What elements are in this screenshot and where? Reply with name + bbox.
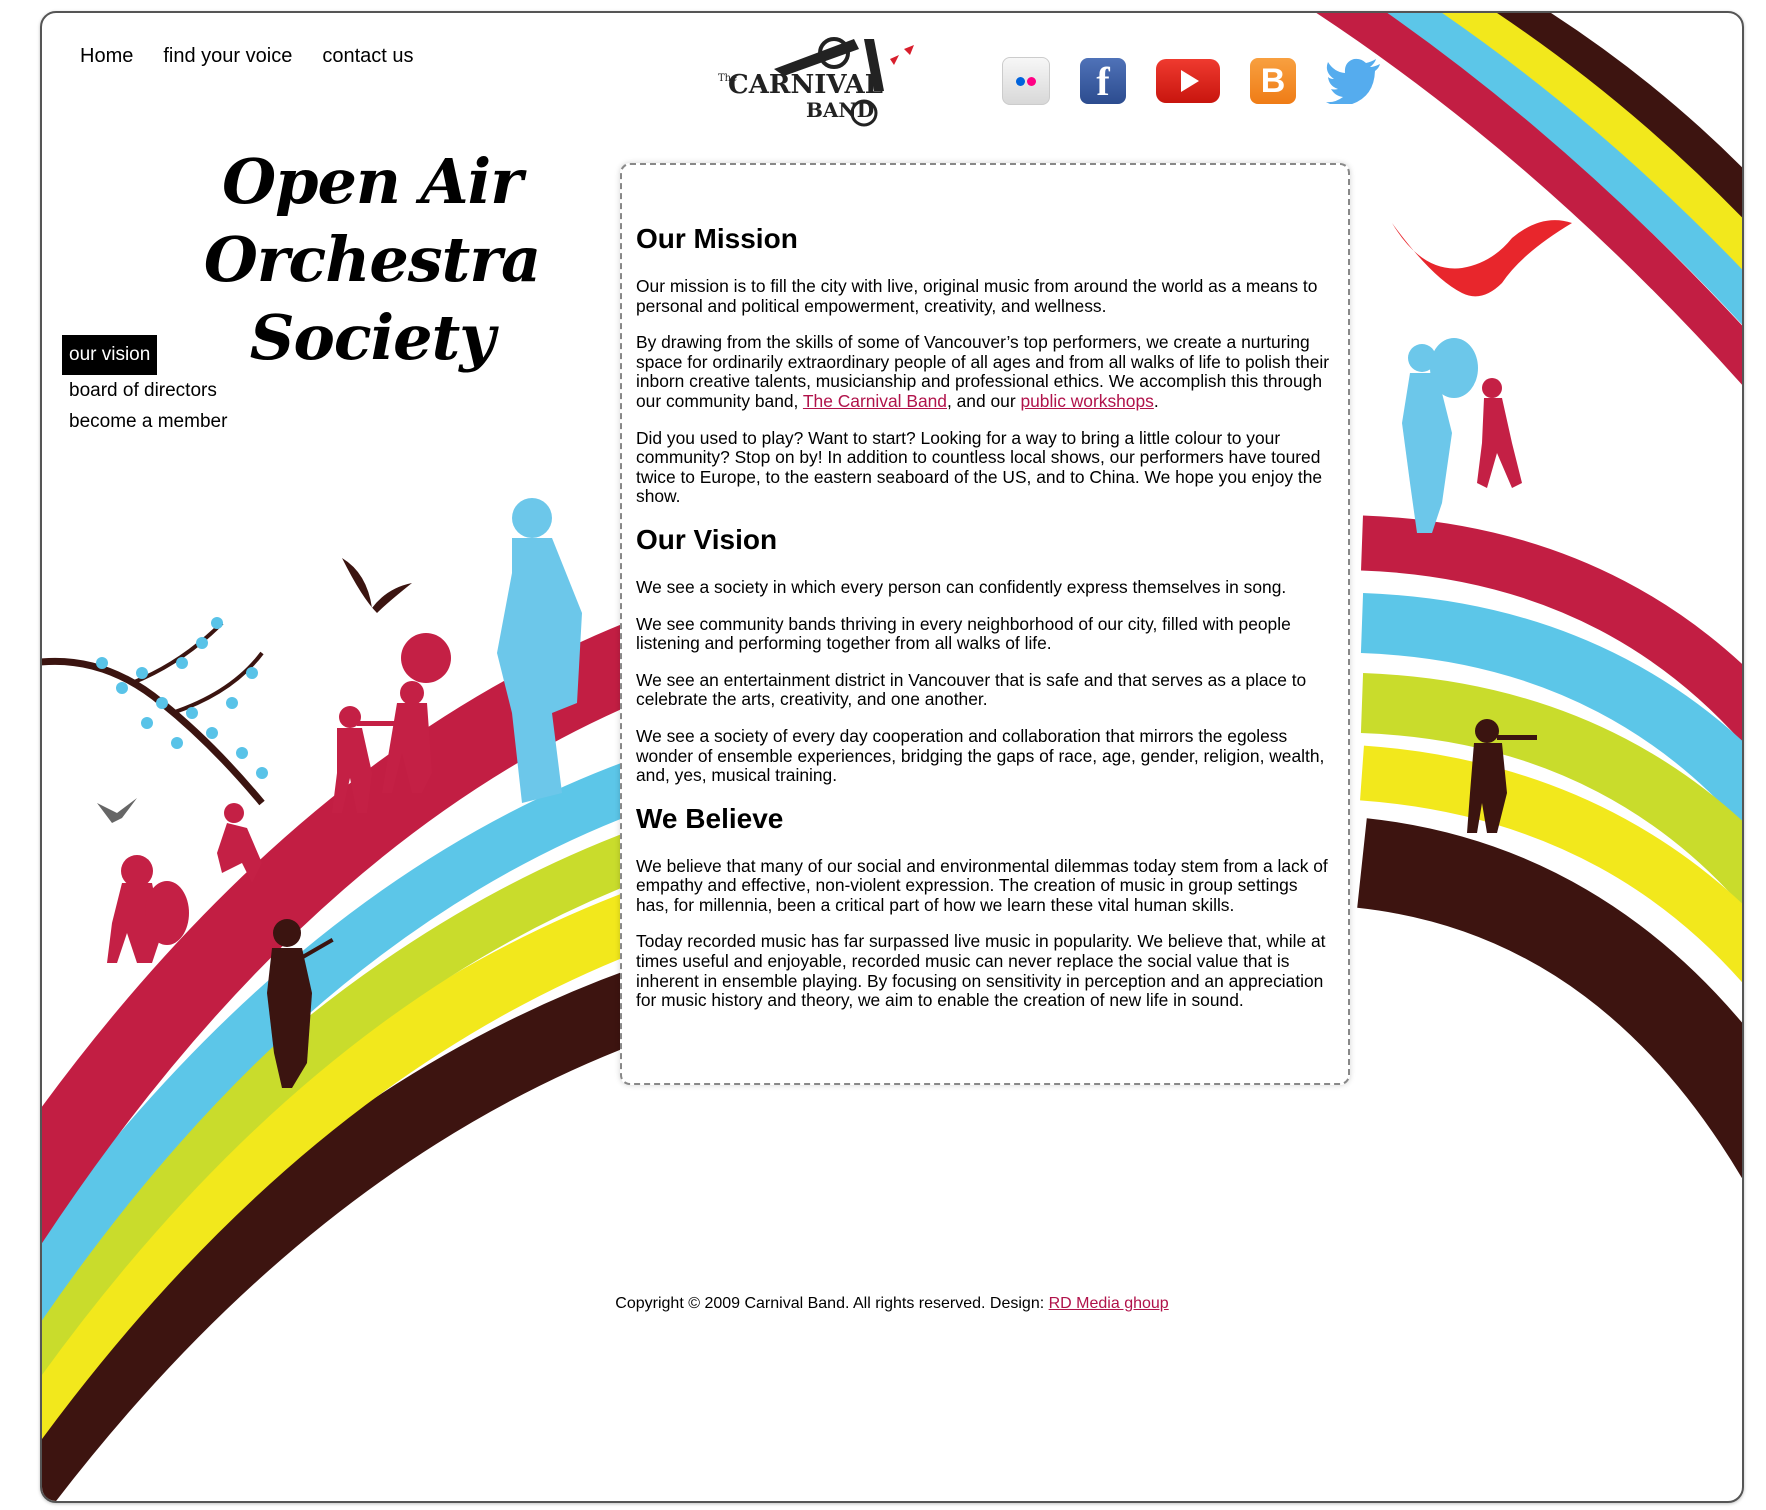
red-dancer xyxy=(217,803,262,883)
mission-paragraph-3: Did you used to play? Want to start? Loo… xyxy=(636,427,1323,507)
blogger-glyph: B xyxy=(1260,61,1286,100)
social-icons: f B xyxy=(1002,57,1382,105)
vision-paragraph-4: We see a society of every day cooperatio… xyxy=(636,725,1325,786)
footer-copyright-text: Copyright © 2009 Carnival Band. All righ… xyxy=(615,1295,1049,1312)
right-rainbow xyxy=(1316,13,1742,1179)
mission-heading: Our Mission xyxy=(636,223,798,254)
facebook-glyph: f xyxy=(1096,58,1110,104)
mission-paragraph-2: By drawing from the skills of some of Va… xyxy=(636,332,1334,411)
believe-paragraph-2: Today recorded music has far surpassed l… xyxy=(636,931,1326,1011)
twitter-icon[interactable] xyxy=(1326,58,1382,104)
top-navigation: Home find your voice contact us xyxy=(80,45,414,68)
logo-name-text: CARNIVAL xyxy=(728,70,883,100)
believe-heading: We Believe xyxy=(636,802,784,834)
page-frame: Home find your voice contact us The CARN… xyxy=(40,11,1744,1503)
mission-paragraph-1: Our mission is to fill the city with liv… xyxy=(636,276,1318,316)
carnival-band-link[interactable]: The Carnival Band xyxy=(803,391,947,411)
mission-p2-text-middle: , and our xyxy=(946,390,1021,411)
believe-paragraph-1: We believe that many of our social and e… xyxy=(636,855,1328,915)
footer: Copyright © 2009 Carnival Band. All righ… xyxy=(42,1295,1742,1313)
nav-home-link[interactable]: Home xyxy=(80,45,133,68)
facebook-icon[interactable]: f xyxy=(1080,58,1126,104)
blogger-icon[interactable]: B xyxy=(1250,58,1296,104)
sidebar-item-board-of-directors[interactable]: board of directors xyxy=(62,376,234,406)
vision-heading: Our Vision xyxy=(636,523,778,555)
nav-contact-us-link[interactable]: contact us xyxy=(322,45,413,68)
vision-paragraph-2: We see community bands thriving in every… xyxy=(636,613,1291,654)
vision-paragraph-3: We see an entertainment district in Vanc… xyxy=(636,669,1307,710)
sidebar-navigation: our vision board of directors become a m… xyxy=(62,335,234,438)
main-content-panel: Our Mission Our mission is to fill the c… xyxy=(620,163,1350,1085)
sidebar-item-our-vision[interactable]: our vision xyxy=(62,335,158,375)
dark-bird-flying xyxy=(342,558,412,613)
blossom-branch xyxy=(42,617,268,806)
mission-p2-text-end: . xyxy=(1153,390,1159,411)
carnival-band-logo[interactable]: The CARNIVAL BAND xyxy=(714,31,928,135)
public-workshops-link[interactable]: public workshops xyxy=(1020,391,1153,411)
red-dancer-right xyxy=(1477,378,1522,488)
vision-paragraph-1: We see a society in which every person c… xyxy=(636,576,1287,597)
red-dove xyxy=(1392,220,1572,297)
youtube-icon[interactable] xyxy=(1156,59,1220,103)
sidebar-item-become-a-member[interactable]: become a member xyxy=(62,407,234,437)
footer-design-link[interactable]: RD Media ghoup xyxy=(1049,1295,1169,1312)
nav-find-your-voice-link[interactable]: find your voice xyxy=(163,45,292,68)
flickr-icon[interactable] xyxy=(1002,57,1050,105)
blue-horn-figure xyxy=(1402,338,1478,533)
site-title-line1: Open Air xyxy=(222,145,523,218)
small-grey-bird xyxy=(97,798,137,823)
